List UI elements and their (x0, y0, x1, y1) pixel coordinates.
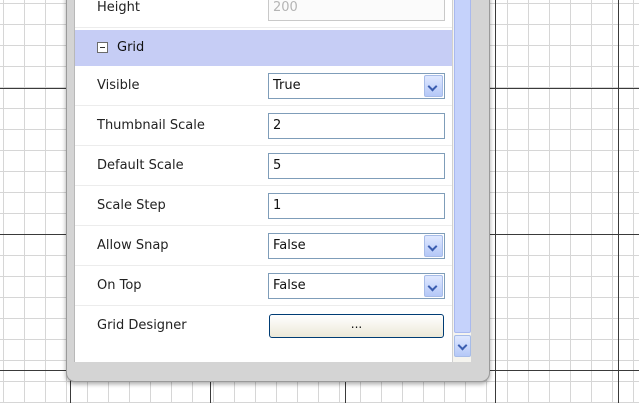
property-value: 2 (273, 118, 282, 133)
property-value: False (273, 238, 306, 253)
property-value: 200 (273, 0, 298, 15)
property-label: Scale Step (97, 198, 166, 213)
property-row-height[interactable]: Height 200 (75, 0, 452, 28)
property-value: False (273, 278, 306, 293)
property-value: 1 (273, 198, 282, 213)
scroll-down-button[interactable] (454, 335, 471, 357)
default-scale-input[interactable]: 5 (268, 153, 445, 179)
property-panel: Height 200 Grid Visible True Thumbnail S… (66, 0, 490, 382)
property-label: Visible (97, 78, 140, 93)
scale-step-input[interactable]: 1 (268, 193, 445, 219)
property-row-allow-snap[interactable]: Allow Snap False (75, 226, 452, 266)
property-value: True (273, 78, 301, 93)
property-grid: Height 200 Grid Visible True Thumbnail S… (74, 0, 452, 362)
grid-designer-button[interactable]: ... (269, 314, 444, 338)
category-label: Grid (117, 40, 145, 55)
height-value-field: 200 (268, 0, 445, 21)
chevron-down-icon[interactable] (424, 275, 443, 297)
property-label: Height (97, 0, 140, 15)
property-row-on-top[interactable]: On Top False (75, 266, 452, 306)
property-row-grid-designer[interactable]: Grid Designer ... (75, 306, 452, 346)
property-row-scale-step[interactable]: Scale Step 1 (75, 186, 452, 226)
property-label: Grid Designer (97, 318, 187, 333)
allow-snap-dropdown[interactable]: False (268, 233, 445, 259)
chevron-down-icon[interactable] (424, 235, 443, 257)
property-row-visible[interactable]: Visible True (75, 66, 452, 106)
category-header-grid[interactable]: Grid (75, 30, 452, 66)
vertical-scrollbar[interactable] (452, 0, 471, 362)
minus-box-icon[interactable] (97, 42, 108, 53)
property-label: Allow Snap (97, 238, 169, 253)
chevron-down-icon[interactable] (424, 75, 443, 97)
property-label: Default Scale (97, 158, 184, 173)
canvas-major-line (495, 0, 496, 403)
thumbnail-scale-input[interactable]: 2 (268, 113, 445, 139)
scrollbar-thumb[interactable] (454, 0, 471, 333)
on-top-dropdown[interactable]: False (268, 273, 445, 299)
canvas-major-line (618, 0, 619, 403)
property-row-default-scale[interactable]: Default Scale 5 (75, 146, 452, 186)
property-row-thumbnail-scale[interactable]: Thumbnail Scale 2 (75, 106, 452, 146)
property-value: 5 (273, 158, 282, 173)
visible-dropdown[interactable]: True (268, 73, 445, 99)
property-label: Thumbnail Scale (97, 118, 205, 133)
property-label: On Top (97, 278, 142, 293)
